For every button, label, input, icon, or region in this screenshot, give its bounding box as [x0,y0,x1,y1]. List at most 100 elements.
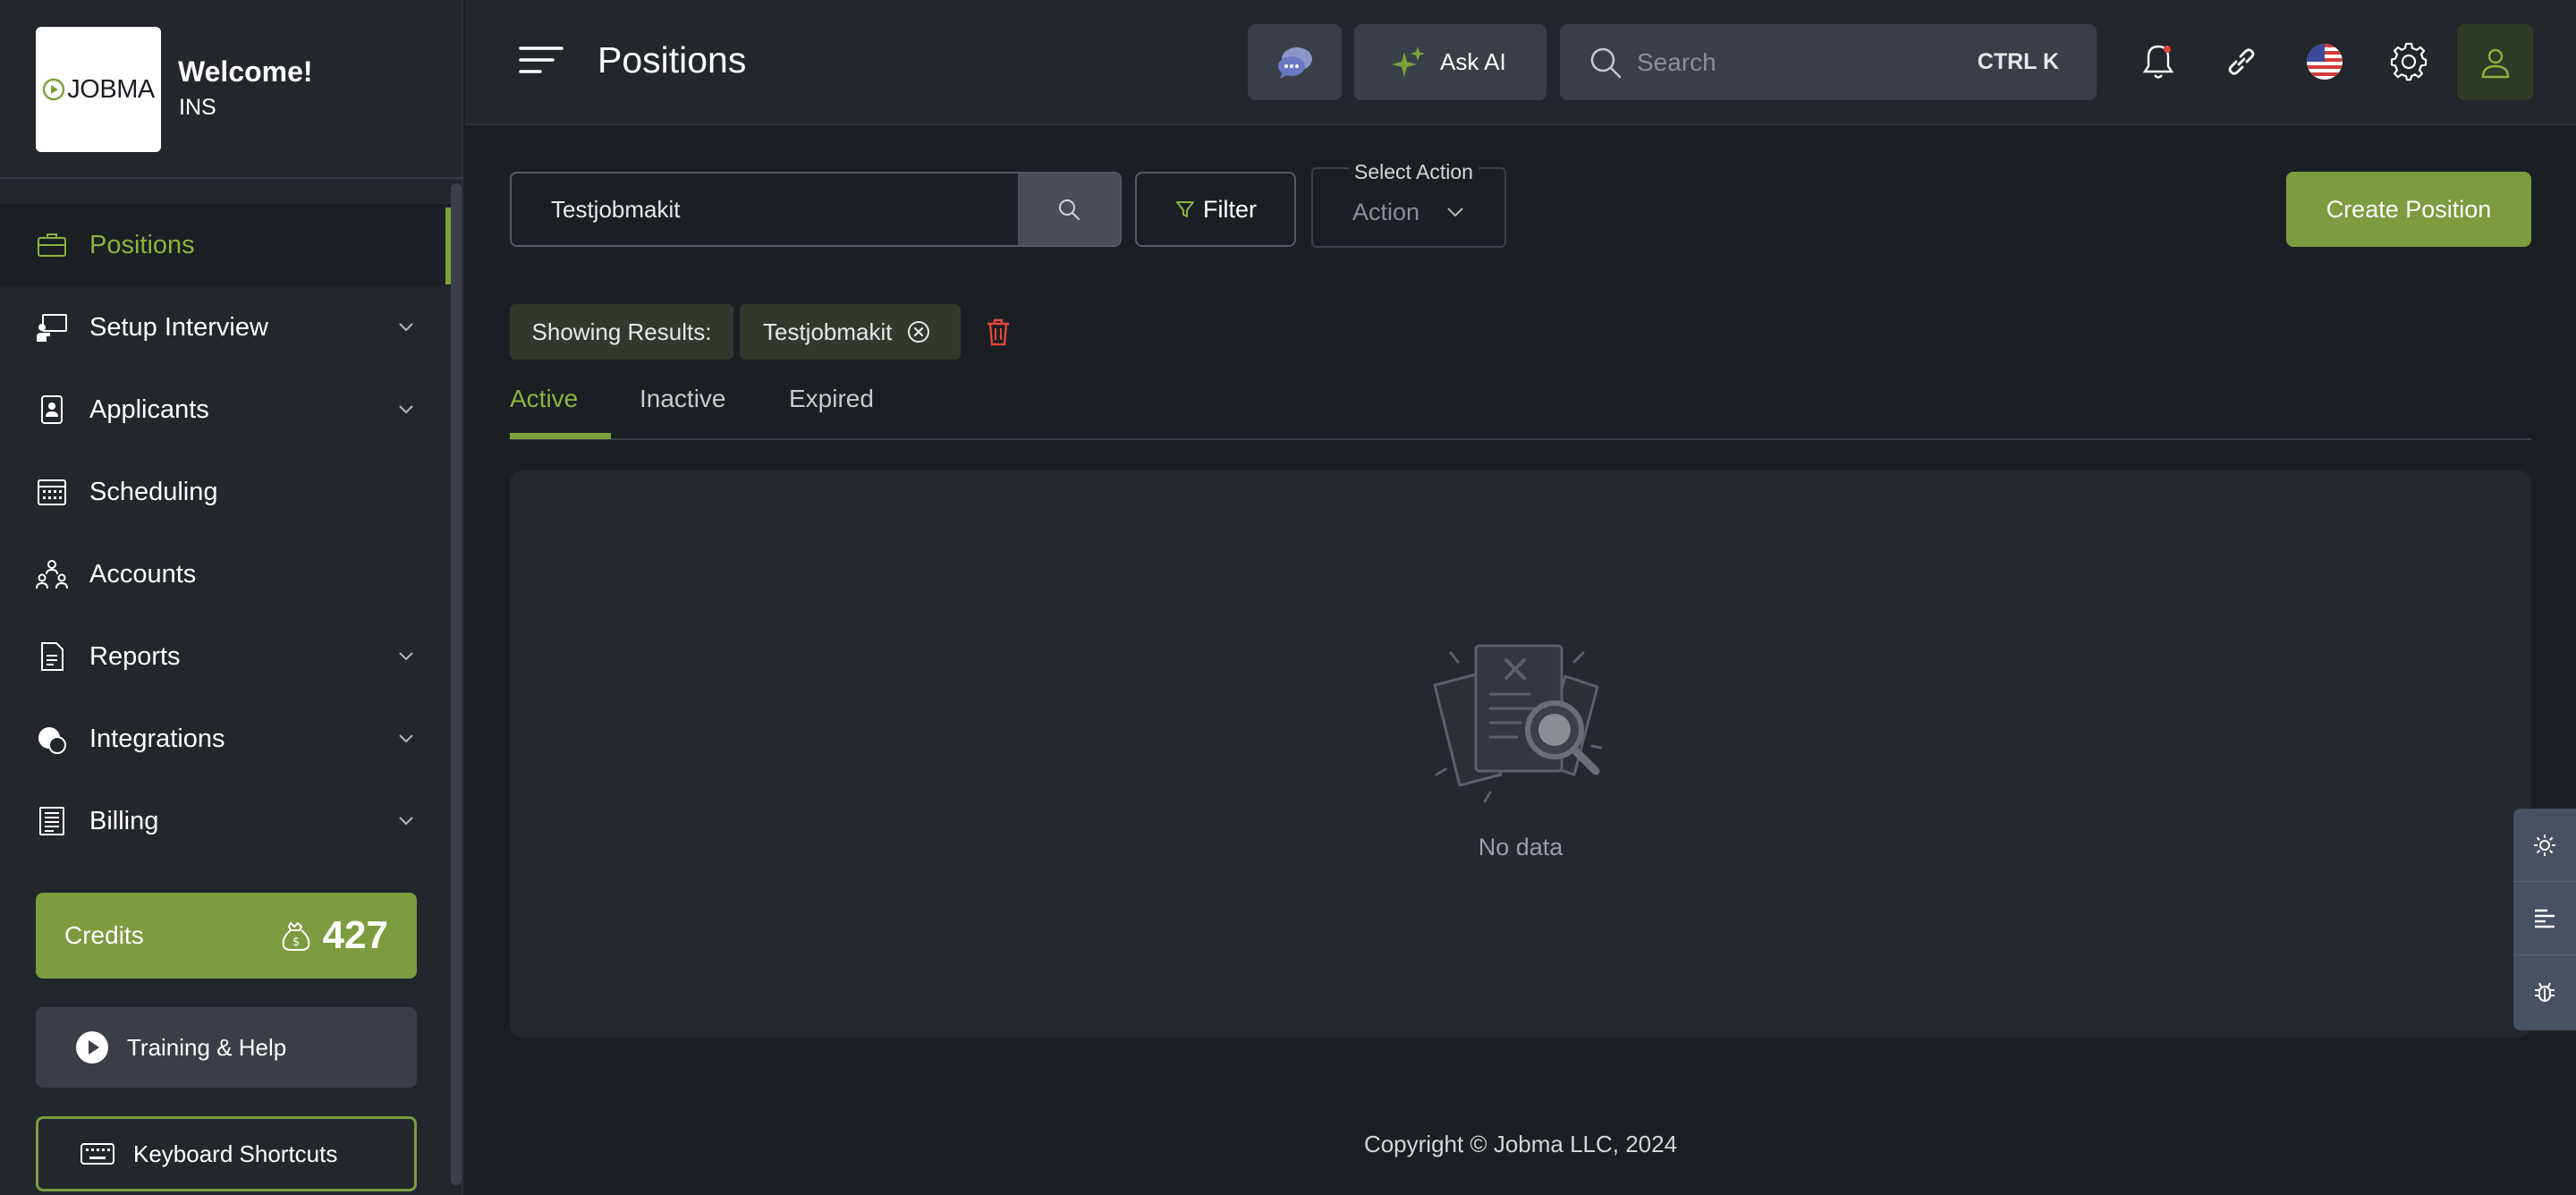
billing-icon [39,807,64,835]
search-icon [1059,199,1080,220]
chevron-down-icon [399,405,413,414]
search-term-text: Testjobmakit [763,318,893,345]
sidebar-item-label: Billing [89,806,159,835]
sidebar-item-applicants[interactable]: Applicants [0,369,454,451]
user-icon [2481,48,2509,78]
no-data-text: No data [1478,834,1563,860]
sidebar-item-billing[interactable]: Billing [0,780,454,862]
welcome-text: Welcome! [178,55,313,88]
text-align-button[interactable] [2513,882,2576,955]
settings-button[interactable] [2385,38,2433,86]
filter-label: Filter [1203,195,1257,223]
gear-icon [2390,42,2428,81]
ask-ai-button[interactable]: Ask AI [1354,24,1546,100]
credits-label: Credits [64,921,144,949]
page-title: Positions [597,39,747,81]
tab-inactive[interactable]: Inactive [640,385,726,413]
play-circle-logo-icon [43,78,65,101]
create-position-button[interactable]: Create Position [2286,172,2531,247]
link-icon [2228,48,2255,75]
calendar-icon [38,479,66,505]
search-term-chip: Testjobmakit [740,304,961,360]
align-left-icon [2535,909,2555,928]
keyboard-icon [80,1143,114,1165]
sidebar-item-label: Accounts [89,559,197,589]
sidebar-item-positions[interactable]: Positions [0,204,454,286]
select-action-dropdown[interactable]: Select Action Action [1311,160,1506,248]
bell-icon [2142,45,2174,79]
trash-icon[interactable] [985,318,1012,346]
active-tab-indicator [510,433,611,439]
chat-bubbles-icon [1277,47,1312,79]
sidebar-item-label: Integrations [89,724,225,753]
chevron-down-icon [399,734,413,743]
tab-active[interactable]: Active [510,385,578,413]
ask-ai-label: Ask AI [1440,48,1506,75]
presentation-icon [37,314,67,342]
jobma-logo[interactable]: JOBMA [36,27,161,152]
chat-button[interactable] [1248,24,1342,100]
keyboard-shortcuts-button[interactable]: Keyboard Shortcuts [36,1116,417,1191]
search-shortcut-hint: CTRL K [1977,49,2059,74]
sidebar-item-accounts[interactable]: Accounts [0,533,454,615]
brand-area: JOBMA Welcome! INS [0,0,463,179]
floating-tools [2513,809,2576,1030]
sidebar-item-label: Setup Interview [89,312,268,342]
sidebar-nav: Positions Setup Interview Applicants Sch… [0,204,454,862]
users-icon [36,560,68,589]
report-bug-button[interactable] [2513,955,2576,1029]
search-icon [1590,47,1622,78]
us-flag-icon [2307,44,2343,80]
filter-icon [1176,201,1194,217]
sparkle-icon [1392,46,1425,77]
clear-chip-icon[interactable] [907,320,930,343]
sidebar-item-integrations[interactable]: Integrations [0,698,454,780]
position-search-button[interactable] [1018,174,1120,245]
training-help-label: Training & Help [127,1033,287,1061]
global-search: CTRL K [1560,24,2097,100]
filter-button[interactable]: Filter [1135,172,1296,247]
chevron-down-icon [399,323,413,332]
showing-results-label: Showing Results: [510,304,733,360]
id-badge-icon [41,395,63,424]
chevron-down-icon [399,652,413,661]
play-icon [76,1031,108,1064]
sidebar-scrollbar[interactable] [451,183,462,1185]
credits-card[interactable]: Credits $ 427 [36,893,417,979]
user-profile-button[interactable] [2457,24,2533,100]
sidebar: JOBMA Welcome! INS Positions Setup Inter… [0,0,463,1195]
chevron-down-icon [1447,208,1463,217]
integrations-icon [38,727,66,754]
link-button[interactable] [2217,38,2266,86]
money-bag-icon: $ [282,921,309,951]
svg-text:$: $ [292,936,299,949]
position-search-input[interactable] [512,174,1020,245]
select-action-caption: Select Action [1349,160,1479,184]
keyboard-shortcuts-label: Keyboard Shortcuts [133,1140,338,1167]
select-action-value: Action [1352,199,1420,225]
position-search [510,172,1122,247]
tab-expired[interactable]: Expired [789,385,874,413]
chevron-down-icon [399,817,413,826]
bug-icon [2535,982,2555,1002]
no-data-illustration-icon [1433,644,1603,803]
sun-icon [2534,834,2555,856]
notifications-button[interactable] [2134,38,2182,86]
sidebar-item-setup-interview[interactable]: Setup Interview [0,286,454,369]
sidebar-item-scheduling[interactable]: Scheduling [0,451,454,533]
org-name: INS [179,95,216,120]
status-tabs: Active Inactive Expired [510,379,2531,440]
sidebar-item-label: Reports [89,641,181,671]
training-help-button[interactable]: Training & Help [36,1007,417,1088]
language-button[interactable] [2301,38,2349,86]
sidebar-item-label: Scheduling [89,477,218,506]
top-header: Positions Ask AI CTRL K [465,0,2576,125]
sidebar-item-reports[interactable]: Reports [0,615,454,698]
positions-panel: No data [510,470,2531,1038]
sidebar-item-label: Positions [89,230,195,259]
credits-value: 427 [322,913,388,957]
theme-toggle-button[interactable] [2513,809,2576,882]
global-search-input[interactable] [1637,47,1959,77]
menu-toggle-icon[interactable] [519,45,564,75]
report-icon [41,642,64,671]
